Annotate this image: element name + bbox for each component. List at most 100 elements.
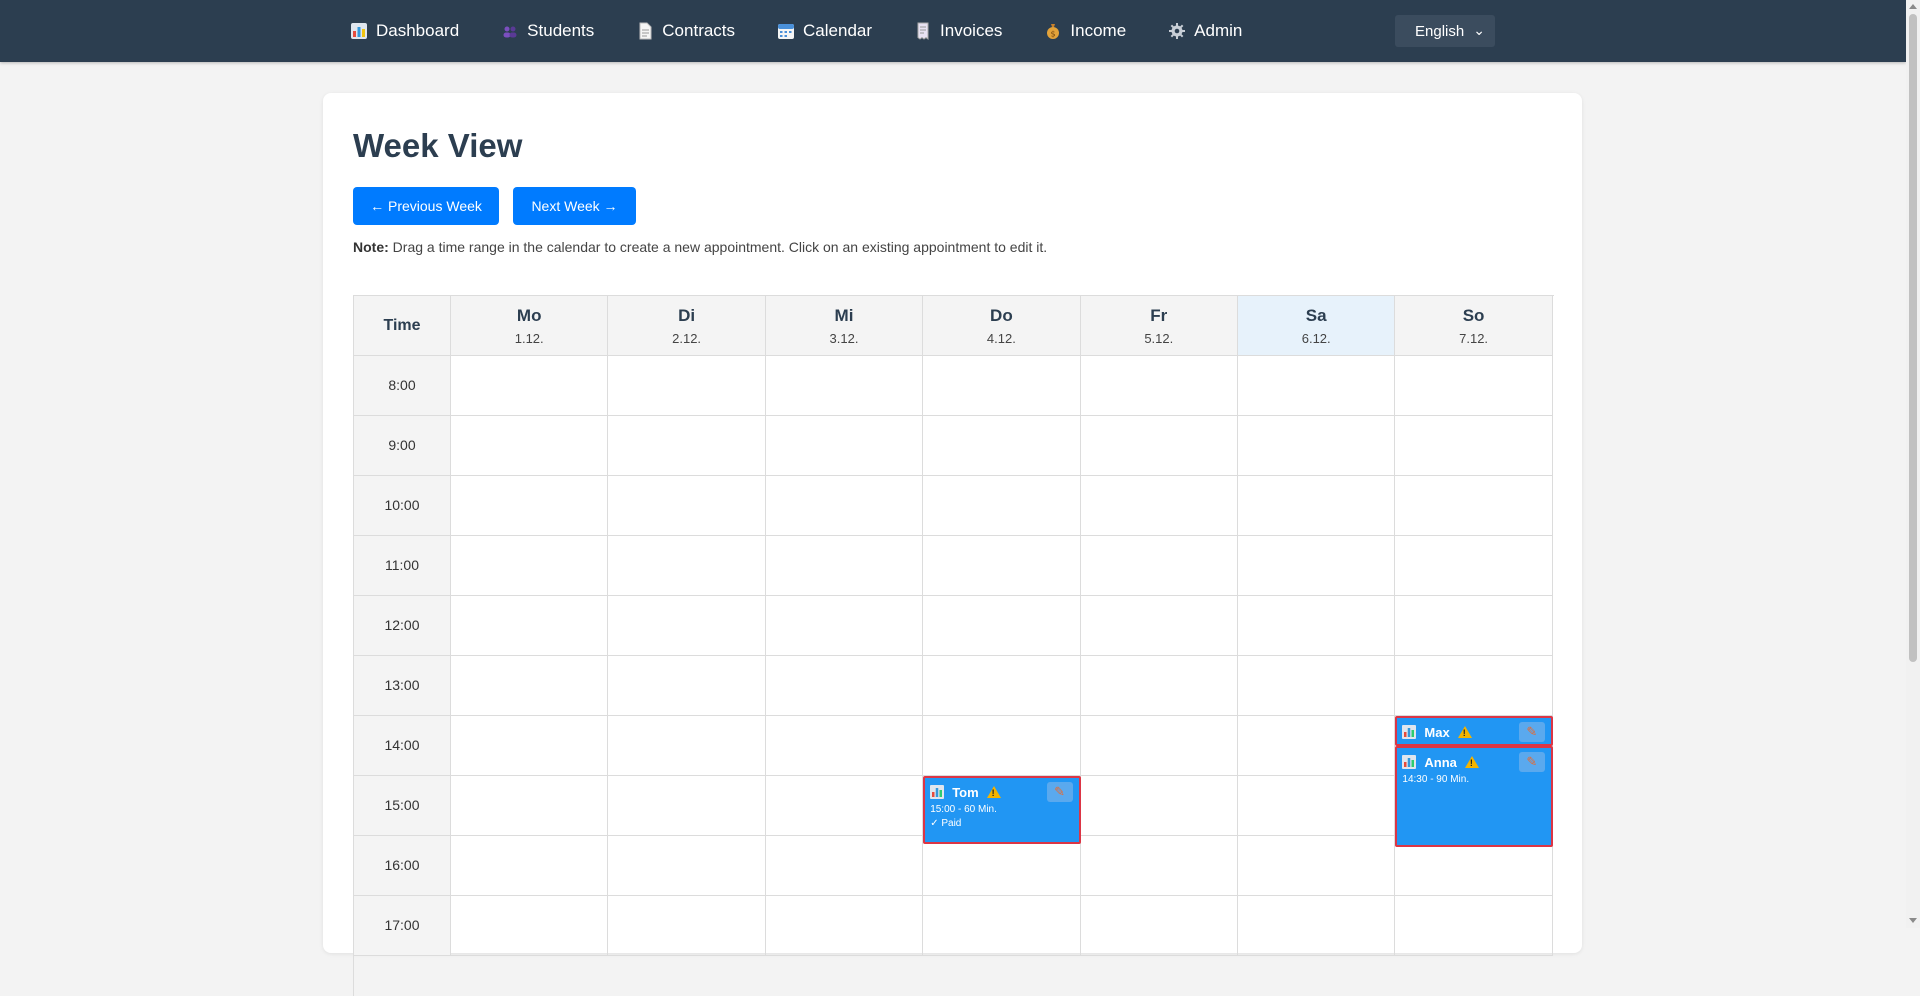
calendar-slot[interactable] xyxy=(923,476,1081,536)
calendar-slot[interactable] xyxy=(1238,656,1396,716)
calendar-slot[interactable] xyxy=(608,596,766,656)
edit-appointment-button[interactable]: ✎ xyxy=(1046,782,1073,802)
calendar-slot[interactable] xyxy=(923,356,1081,416)
nav-students-label: Students xyxy=(527,21,595,40)
bar-chart-icon xyxy=(1402,725,1417,739)
calendar-slot[interactable] xyxy=(1395,896,1553,956)
calendar-slot[interactable] xyxy=(608,836,766,896)
calendar-slot[interactable] xyxy=(1080,596,1238,656)
calendar-slot[interactable] xyxy=(1395,656,1553,716)
calendar-slot[interactable] xyxy=(923,896,1081,956)
calendar-slot[interactable] xyxy=(765,776,924,836)
calendar-slot[interactable] xyxy=(923,836,1081,896)
calendar-slot[interactable] xyxy=(451,536,609,596)
day-name: Sa xyxy=(1305,306,1327,325)
calendar-slot[interactable] xyxy=(608,656,766,716)
calendar-slot[interactable] xyxy=(451,716,609,776)
nav-admin[interactable]: Admin xyxy=(1168,21,1242,41)
calendar-slot[interactable] xyxy=(1395,476,1553,536)
time-slot-label-cell: 10:00 xyxy=(354,476,451,536)
nav-students[interactable]: Students xyxy=(501,21,594,41)
calendar-slot[interactable] xyxy=(451,356,609,416)
calendar-slot[interactable] xyxy=(608,416,766,476)
calendar-slot[interactable] xyxy=(1080,476,1238,536)
calendar-slot[interactable] xyxy=(923,656,1081,716)
calendar-slot[interactable] xyxy=(923,716,1081,776)
calendar-slot[interactable] xyxy=(1238,416,1396,476)
calendar-slot[interactable] xyxy=(608,356,766,416)
appointment-anna[interactable]: Anna! ✎ 14:30 - 90 Min. xyxy=(1395,746,1553,847)
calendar-slot[interactable] xyxy=(765,656,924,716)
calendar-slot[interactable] xyxy=(1080,656,1238,716)
nav-income[interactable]: $ Income xyxy=(1044,21,1126,41)
calendar-slot[interactable] xyxy=(765,356,924,416)
appointment-time: 15:00 - 60 Min. xyxy=(930,804,997,815)
appointment-max[interactable]: Max!✎14:00 - 60 Min. xyxy=(1395,716,1553,746)
calendar-slot[interactable] xyxy=(451,596,609,656)
calendar-slot[interactable] xyxy=(608,716,766,776)
calendar-slot[interactable] xyxy=(1395,416,1553,476)
calendar-slot[interactable] xyxy=(608,536,766,596)
week-calendar-grid: Time Mo 1.12. Di 2.12. Mi 3.12. Do 4.12. Fr 5.12.… xyxy=(353,295,1554,996)
calendar-slot[interactable] xyxy=(765,596,924,656)
appointment-student-name: Anna xyxy=(1424,754,1457,770)
day-date: 4.12. xyxy=(986,331,1016,346)
calendar-slot[interactable] xyxy=(451,656,609,716)
calendar-slot[interactable] xyxy=(923,536,1081,596)
next-week-button[interactable]: Next Week → xyxy=(513,187,636,225)
language-select[interactable]: English ⌄ xyxy=(1395,15,1495,47)
vertical-scrollbar[interactable] xyxy=(1906,0,1920,928)
calendar-slot[interactable] xyxy=(1080,536,1238,596)
appointment-tom[interactable]: Tom! ✎ 15:00 - 60 Min. ✓ Paid xyxy=(923,776,1081,844)
nav-dashboard[interactable]: Dashboard xyxy=(350,21,459,41)
nav-calendar[interactable]: Calendar xyxy=(777,21,872,41)
calendar-slot[interactable] xyxy=(765,896,924,956)
edit-appointment-button[interactable]: ✎ xyxy=(1518,722,1545,742)
calendar-slot[interactable] xyxy=(1238,836,1396,896)
calendar-slot[interactable] xyxy=(765,836,924,896)
warning-icon: ! xyxy=(986,786,1001,798)
time-label: 9:00 xyxy=(388,437,416,453)
scroll-up-arrow-icon[interactable] xyxy=(1909,4,1917,9)
calendar-slot[interactable] xyxy=(1238,476,1396,536)
calendar-slot[interactable] xyxy=(1080,716,1238,776)
edit-appointment-button[interactable]: ✎ xyxy=(1518,752,1545,772)
calendar-slot[interactable] xyxy=(1395,536,1553,596)
calendar-slot[interactable] xyxy=(765,716,924,776)
calendar-slot[interactable] xyxy=(1238,896,1396,956)
nav-contracts[interactable]: Contracts xyxy=(636,21,735,41)
nav-invoices[interactable]: Invoices xyxy=(914,21,1002,41)
calendar-slot[interactable] xyxy=(1238,356,1396,416)
calendar-slot[interactable] xyxy=(451,776,609,836)
calendar-slot[interactable] xyxy=(1238,536,1396,596)
calendar-slot[interactable] xyxy=(1080,416,1238,476)
calendar-slot[interactable] xyxy=(451,836,609,896)
pencil-icon: ✎ xyxy=(1526,754,1538,769)
previous-week-button[interactable]: ← Previous Week xyxy=(353,187,499,225)
calendar-slot[interactable] xyxy=(923,596,1081,656)
calendar-slot[interactable] xyxy=(451,896,609,956)
time-slot-label-cell: 16:00 xyxy=(354,836,451,896)
calendar-slot[interactable] xyxy=(451,416,609,476)
calendar-slot[interactable] xyxy=(608,896,766,956)
calendar-slot[interactable] xyxy=(765,416,924,476)
calendar-slot[interactable] xyxy=(765,536,924,596)
calendar-slot[interactable] xyxy=(1080,356,1238,416)
calendar-slot[interactable] xyxy=(1238,716,1396,776)
calendar-slot[interactable] xyxy=(923,416,1081,476)
calendar-slot[interactable] xyxy=(1080,776,1238,836)
warning-icon: ! xyxy=(1457,726,1472,738)
calendar-slot[interactable] xyxy=(451,476,609,536)
time-column-header: Time xyxy=(354,296,451,356)
calendar-slot[interactable] xyxy=(765,476,924,536)
scrollbar-thumb[interactable] xyxy=(1909,14,1917,662)
calendar-slot[interactable] xyxy=(1395,596,1553,656)
calendar-slot[interactable] xyxy=(608,776,766,836)
calendar-slot[interactable] xyxy=(1080,836,1238,896)
calendar-slot[interactable] xyxy=(1238,776,1396,836)
calendar-slot[interactable] xyxy=(1395,356,1553,416)
calendar-slot[interactable] xyxy=(608,476,766,536)
calendar-slot[interactable] xyxy=(1080,896,1238,956)
scroll-down-arrow-icon[interactable] xyxy=(1909,918,1917,923)
calendar-slot[interactable] xyxy=(1238,596,1396,656)
